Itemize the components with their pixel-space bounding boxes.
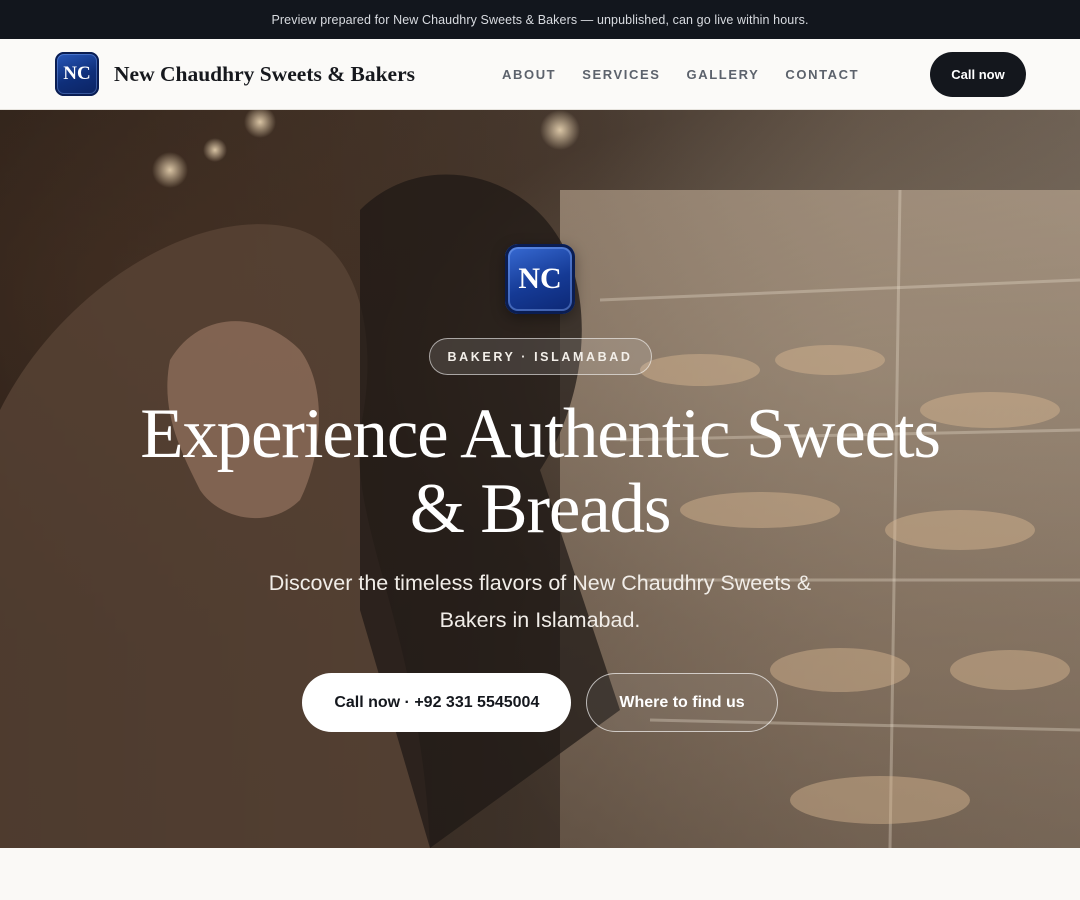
site-header: NC New Chaudhry Sweets & Bakers ABOUT SE…: [0, 39, 1080, 110]
hero-headline: Experience Authentic Sweets & Breads: [140, 395, 941, 548]
hero-logo: NC: [505, 244, 575, 314]
nav-item-gallery[interactable]: GALLERY: [687, 67, 760, 82]
main-nav: ABOUT SERVICES GALLERY CONTACT: [502, 39, 885, 110]
nav-item-contact[interactable]: CONTACT: [785, 67, 859, 82]
preview-banner: Preview prepared for New Chaudhry Sweets…: [0, 0, 1080, 39]
hero-content: NC BAKERY · ISLAMABAD Experience Authent…: [0, 110, 1080, 848]
hero-subhead: Discover the timeless flavors of New Cha…: [268, 571, 812, 632]
brand-name[interactable]: New Chaudhry Sweets & Bakers: [114, 62, 415, 87]
nav-item-services[interactable]: SERVICES: [582, 67, 660, 82]
nav-item-about[interactable]: ABOUT: [502, 67, 556, 82]
find-us-button[interactable]: Where to find us: [586, 673, 778, 732]
brand[interactable]: NC New Chaudhry Sweets & Bakers: [55, 52, 415, 96]
hero-section: NC BAKERY · ISLAMABAD Experience Authent…: [0, 110, 1080, 848]
header-call-button[interactable]: Call now: [930, 52, 1026, 97]
preview-banner-text: Preview prepared for New Chaudhry Sweets…: [271, 12, 809, 27]
hero-actions: Call now · +92 331 5545004 Where to find…: [302, 673, 778, 732]
category-badge: BAKERY · ISLAMABAD: [428, 338, 652, 375]
brand-logo[interactable]: NC: [55, 52, 99, 96]
call-now-button[interactable]: Call now · +92 331 5545004: [302, 673, 572, 732]
